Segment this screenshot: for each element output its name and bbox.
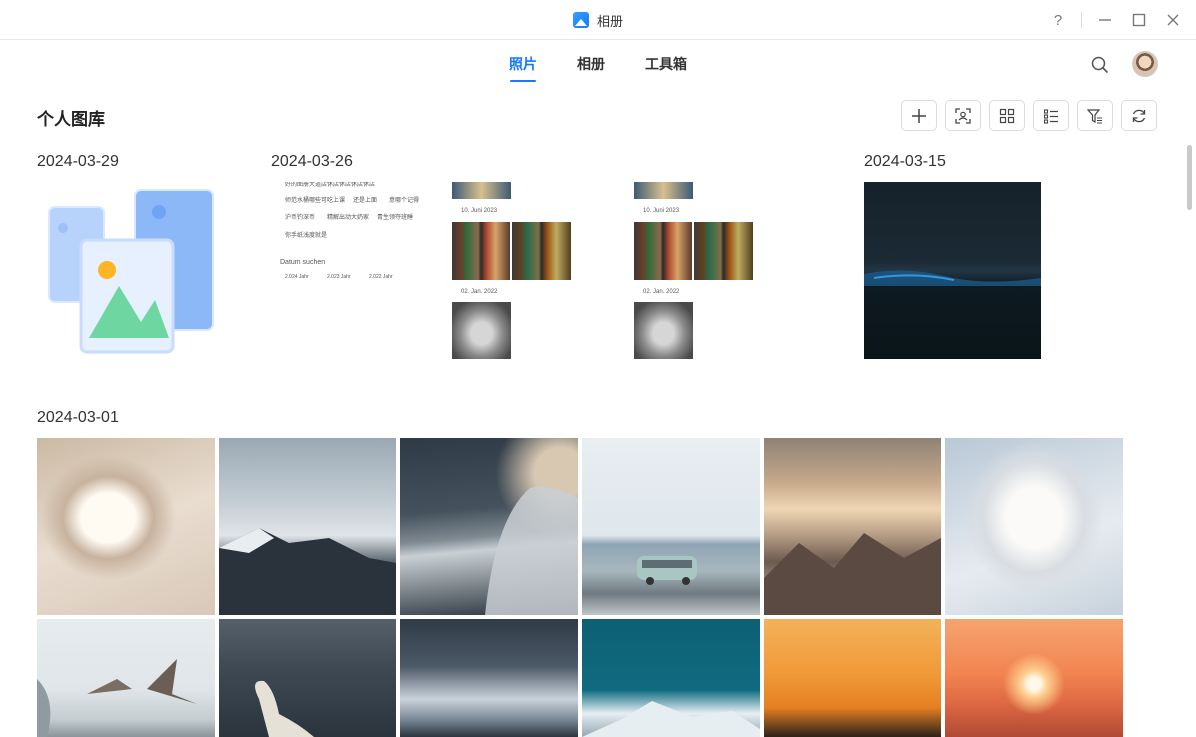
mini-date: 10. Juni 2023 xyxy=(461,208,498,214)
photo-thumbnail[interactable] xyxy=(764,438,941,615)
mountain-photo xyxy=(219,528,396,615)
mini-photo xyxy=(634,182,693,199)
minimize-button[interactable] xyxy=(1088,0,1122,40)
group-date: 2024-03-29 xyxy=(37,153,119,170)
doc-line: 意哪个记得 xyxy=(389,198,420,204)
photo-thumbnail[interactable] xyxy=(400,438,578,615)
mini-photo xyxy=(634,302,693,359)
mini-photo xyxy=(634,222,692,280)
list-view-button[interactable] xyxy=(1033,100,1069,131)
refresh-button[interactable] xyxy=(1121,100,1157,131)
user-avatar[interactable] xyxy=(1132,51,1158,77)
mini-photo xyxy=(512,222,571,280)
doc-year: 2.024 Jahr xyxy=(285,274,309,280)
app-title: 相册 xyxy=(0,0,1196,40)
photo-thumbnail[interactable] xyxy=(400,619,578,737)
photo-thumbnail[interactable]: 10. Juni 2023 02. Jan. 2022 xyxy=(634,182,754,359)
van-by-sea-photo xyxy=(637,556,697,585)
mini-photo xyxy=(452,182,511,199)
tab-bar: 照片 相册 工具箱 xyxy=(0,54,1196,82)
album-illustration xyxy=(48,189,214,354)
doc-search-label: Datum suchen xyxy=(280,259,326,266)
mini-date: 10. Juni 2023 xyxy=(643,208,680,214)
tab-albums[interactable]: 相册 xyxy=(577,54,605,80)
doc-year: 2.022 Jahr xyxy=(369,274,393,280)
doc-line: 好的图册大道店休店休店休店休店 xyxy=(285,182,376,188)
window-controls: ? xyxy=(1041,0,1196,40)
filter-icon xyxy=(1087,108,1102,124)
doc-line: 你手纸浅度就是 xyxy=(285,233,328,239)
group-date: 2024-03-26 xyxy=(271,153,353,170)
list-view-icon xyxy=(1043,108,1058,124)
photo-thumbnail[interactable]: 10. Juni 2023 02. Jan. 2022 xyxy=(452,182,572,359)
photo-thumbnail[interactable] xyxy=(37,438,215,615)
photo-thumbnail[interactable] xyxy=(864,182,1041,359)
close-icon xyxy=(1167,14,1179,26)
doc-year: 2.023 Jahr xyxy=(327,274,351,280)
doc-line: 师范水桶哪些可吃上课 xyxy=(285,198,346,204)
top-nav: 照片 相册 工具箱 xyxy=(0,40,1196,90)
window-title: 相册 xyxy=(596,13,623,29)
grid-view-icon xyxy=(999,108,1015,123)
photo-thumbnail[interactable] xyxy=(37,619,215,737)
title-bar: 相册 ? xyxy=(0,0,1196,40)
filter-button[interactable] xyxy=(1077,100,1113,131)
group-date: 2024-03-01 xyxy=(37,409,119,426)
minimize-icon xyxy=(1099,19,1111,21)
teal-mountain-photo xyxy=(582,701,760,737)
doc-line: 精解出动大奶家 xyxy=(327,215,370,221)
search-button[interactable] xyxy=(1088,53,1112,77)
group-date: 2024-03-15 xyxy=(864,153,946,170)
maximize-button[interactable] xyxy=(1122,0,1156,40)
toolbar xyxy=(901,100,1157,131)
bioluminescent-shore-photo xyxy=(864,270,1041,286)
photo-thumbnail[interactable] xyxy=(582,438,760,615)
tab-toolbox[interactable]: 工具箱 xyxy=(645,54,687,80)
photo-thumbnail[interactable] xyxy=(764,619,941,737)
mini-date: 02. Jan. 2022 xyxy=(461,289,498,295)
snow-slope-photo xyxy=(485,486,578,615)
doc-line: 还是上面 xyxy=(353,198,378,204)
close-button[interactable] xyxy=(1156,0,1190,40)
scrollbar[interactable] xyxy=(1187,145,1192,210)
photo-thumbnail[interactable]: 好的图册大道店休店休店休店休店 师范水桶哪些可吃上课 还是上面 意哪个记得 沪币… xyxy=(271,182,448,359)
help-button[interactable]: ? xyxy=(1041,0,1075,40)
mountain-clouds-photo xyxy=(764,533,941,615)
maximize-icon xyxy=(1132,13,1146,27)
refresh-icon xyxy=(1132,109,1146,122)
photos-app-icon xyxy=(572,12,589,28)
mini-date: 02. Jan. 2022 xyxy=(643,289,680,295)
swan-photo xyxy=(255,680,314,737)
add-button[interactable] xyxy=(901,100,937,131)
mini-photo xyxy=(694,222,753,280)
mini-photo xyxy=(452,302,511,359)
photo-thumbnail[interactable] xyxy=(945,619,1123,737)
add-icon xyxy=(912,108,926,123)
face-scan-icon xyxy=(955,107,971,124)
mini-photo xyxy=(452,222,510,280)
grid-view-button[interactable] xyxy=(989,100,1025,131)
photo-thumbnail[interactable] xyxy=(37,182,214,359)
page-title: 个人图库 xyxy=(37,110,105,129)
search-icon xyxy=(1091,56,1109,74)
seagulls-photo xyxy=(37,659,197,737)
photos-window: 相册 ? 照片 相册 工具箱 个人图库 2024-03-29 2024-03-2… xyxy=(0,0,1196,737)
face-scan-button[interactable] xyxy=(945,100,981,131)
doc-line: 沪币钓深币 xyxy=(285,215,316,221)
doc-line: 青生领夺班睡 xyxy=(377,215,414,221)
photo-thumbnail[interactable] xyxy=(219,438,396,615)
photo-thumbnail[interactable] xyxy=(582,619,760,737)
tab-photos[interactable]: 照片 xyxy=(509,54,537,82)
photo-thumbnail[interactable] xyxy=(945,438,1123,615)
photo-thumbnail[interactable] xyxy=(219,619,396,737)
divider xyxy=(1081,12,1082,28)
